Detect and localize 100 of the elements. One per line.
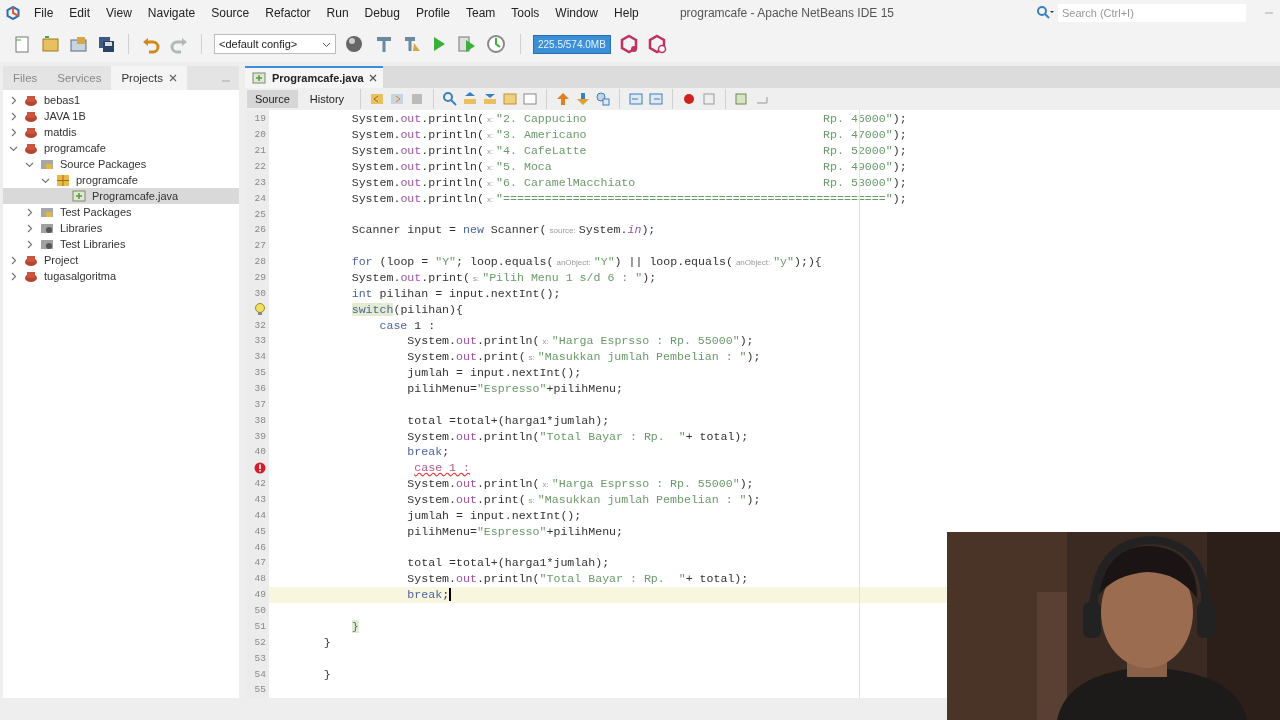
tree-item[interactable]: Test Packages [3,204,239,220]
menu-item[interactable]: Debug [356,6,408,20]
tree-item[interactable]: JAVA 1B [3,108,239,124]
tree-item[interactable]: Programcafe.java [3,188,239,204]
java-file-icon [71,188,87,204]
open-project-icon[interactable] [68,34,88,54]
code-line: } [322,667,331,681]
code-line: System.out.println("Total Bayar : Rp. "+ total); [406,429,749,443]
line-number: 46 [254,541,266,553]
new-file-icon[interactable] [12,34,32,54]
clean-build-icon[interactable] [402,34,422,54]
code-line: System.out.println( x: "2. Cappucino Rp. 45000"); [350,112,907,126]
config-select[interactable]: <default config> [214,34,336,54]
line-number: 35 [254,367,266,379]
menu-item[interactable]: Refactor [257,6,319,20]
code-line: System.out.println( x: "5. Moca Rp. 49000"); [350,160,907,173]
search-field[interactable]: Search (Ctrl+I) [1058,4,1246,22]
editor-tab[interactable]: Programcafe.java [245,66,383,88]
close-icon[interactable] [168,74,177,82]
line-number: 47 [254,557,266,569]
line-number: 27 [254,240,266,252]
profiler-record-icon[interactable] [646,34,667,54]
code-line: switch(pilihan){ [350,302,463,316]
tree-item[interactable]: programcafe [3,140,239,156]
line-number: 48 [254,573,266,585]
code-line: System.out.println("Total Bayar : Rp. "+ total); [406,572,749,586]
menu-item[interactable]: Edit [61,6,99,20]
menu-item[interactable]: Window [547,6,607,20]
tree-item[interactable]: tugasalgoritma [3,268,239,284]
bookmark-icon[interactable] [595,91,612,107]
menu-item[interactable]: File [26,6,62,20]
view-mode-tab[interactable]: Source [247,90,298,108]
netbeans-logo-icon [6,6,20,20]
line-number: 24 [254,192,266,204]
code-line: System.out.println( x: "4. CafeLatte Rp. 52000"); [350,144,907,158]
code-line: System.out.println( x: "6. CaramelMacchiato Rp. 53000"); [350,175,907,189]
shift-down-icon[interactable] [575,91,592,107]
code-line: case 1 : [413,461,470,475]
code-line: pilihMenu="Espresso"+pilihMenu; [406,382,623,396]
line-number: 44 [254,509,266,521]
find-next-icon[interactable] [482,91,499,107]
tree-item[interactable]: programcafe [3,172,239,188]
shift-left-icon[interactable] [628,91,645,107]
back-icon[interactable] [369,91,386,107]
profile-icon[interactable] [486,34,508,54]
code-line: break; [406,588,450,602]
panel-tab[interactable]: Projects [111,66,187,90]
code-line: total =total+(harga1*jumlah); [406,413,610,427]
line-number: 39 [254,430,266,442]
save-all-icon[interactable] [96,34,116,54]
code-line: System.out.println( x: "======================================================="); [350,191,907,205]
tree-item[interactable]: Test Libraries [3,236,239,252]
line-number: 30 [254,287,266,299]
profiler-snapshot-icon[interactable] [618,34,639,54]
line-number: 33 [254,335,266,347]
tree-item[interactable]: Source Packages [3,156,239,172]
line-number: 49 [254,589,266,601]
forward-icon[interactable] [389,91,406,107]
close-icon[interactable] [368,74,377,82]
menu-item[interactable]: Tools [503,6,548,20]
code-line: System.out.print( s: "Masukkan jumlah Pembelian : "); [406,493,761,507]
menu-item[interactable]: Profile [408,6,458,20]
line-number: 53 [254,652,266,664]
menu-item[interactable]: Team [458,6,504,20]
new-project-icon[interactable] [40,34,60,54]
line-number: 29 [254,272,266,283]
package-icon [55,172,71,188]
code-line: for (loop = "Y"; loop.equals( anObject: "Y") || loop.equals( anObject: "y");){ [350,255,822,269]
menu-item[interactable]: Run [318,6,357,20]
code-line: System.out.println( x: "3. Americano Rp. 47000"); [350,128,907,142]
window-title: programcafe - Apache NetBeans IDE 15 [679,6,894,20]
line-number: 45 [254,525,266,537]
menu-item[interactable]: Source [203,6,258,20]
code-line: } [322,635,331,649]
find-icon[interactable] [442,91,459,107]
view-mode-tab[interactable]: History [301,90,353,108]
line-number: 38 [254,414,266,426]
lightbulb-icon[interactable] [254,302,266,316]
find-previous-icon[interactable] [462,91,479,107]
shift-right-icon[interactable] [648,91,665,107]
shift-up-icon[interactable] [555,91,572,107]
search-icon[interactable] [1036,5,1054,21]
menu-item[interactable]: Navigate [139,6,204,20]
code-line: System.out.println( x: "Harga Esprsso : Rp. 55000"); [406,477,754,491]
line-number: 22 [254,161,266,172]
tree-item[interactable]: bebas1 [3,92,239,108]
line-number: 43 [254,494,266,506]
tree-item[interactable]: Libraries [3,220,239,236]
line-number: 52 [254,636,266,648]
toggle-icon[interactable] [522,91,539,107]
tree-item[interactable]: Project [3,252,239,268]
line-number: 28 [254,256,266,268]
code-line: case 1 : [378,318,436,332]
tree-item[interactable]: matdis [3,124,239,140]
line-number: 55 [254,684,266,696]
hammer-icon[interactable] [374,34,394,54]
menu-item[interactable]: Help [606,6,647,20]
line-number: 51 [254,620,266,632]
menu-item[interactable]: View [98,6,140,20]
code-line: total =total+(harga1*jumlah); [406,556,610,570]
